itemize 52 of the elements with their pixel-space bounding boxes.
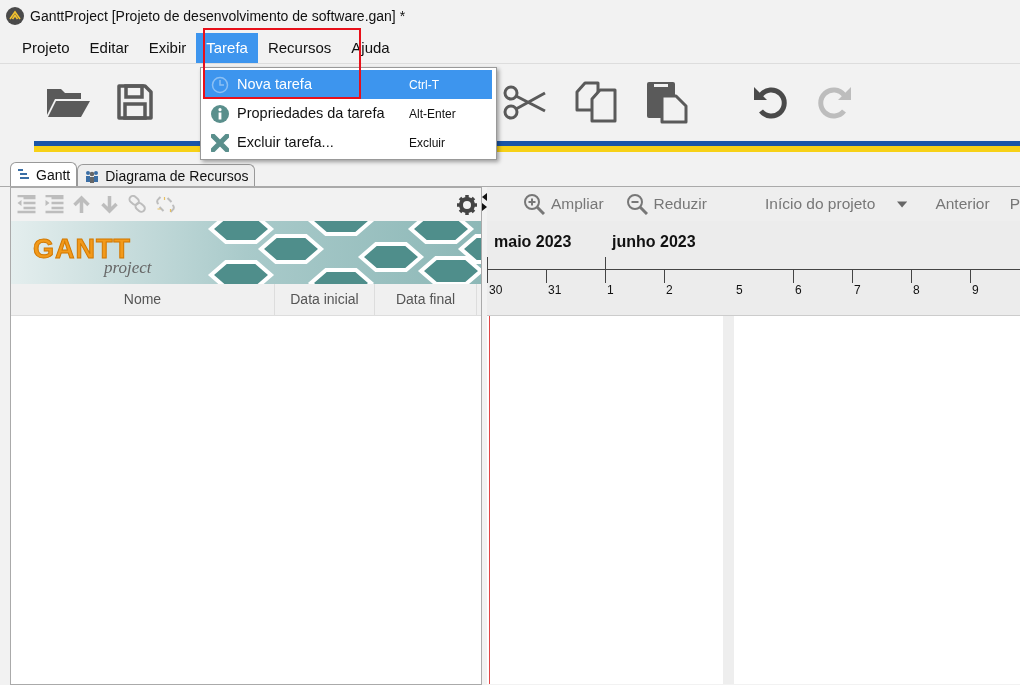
day-label: 2	[666, 283, 673, 297]
caret-icon[interactable]	[897, 200, 908, 208]
gantt-chart-icon	[17, 168, 31, 181]
month-label: maio 2023	[494, 233, 572, 250]
menu-item[interactable]: Propriedades da tarefa Alt-Enter	[205, 99, 492, 128]
day-label: 9	[972, 283, 979, 297]
toolbar-button[interactable]: P	[1009, 192, 1020, 216]
zoom-out-icon	[625, 193, 648, 215]
day-label: 1	[607, 283, 614, 297]
menu-item[interactable]: Projeto	[12, 32, 80, 63]
toolbar-button[interactable]: Anterior	[935, 192, 990, 216]
toolbar-button[interactable]: Ampliar	[523, 192, 604, 216]
day-label: 8	[913, 283, 920, 297]
month-label: junho 2023	[612, 233, 696, 250]
tick-mark	[664, 269, 723, 283]
tick-mark	[970, 269, 1020, 283]
menu-item[interactable]: Recursos	[257, 32, 342, 63]
menu-item[interactable]: Editar	[79, 32, 139, 63]
toolbar-button[interactable]: Início do projeto	[764, 192, 876, 216]
column-header[interactable]: Nome	[11, 284, 275, 315]
tick-mark	[852, 269, 911, 283]
tab[interactable]: Gantt	[10, 162, 78, 186]
paste-icon[interactable]	[645, 80, 689, 124]
info-icon	[211, 104, 229, 123]
window-title: GanttProject [Projeto de desenvolvimento de software.gan] *	[30, 6, 406, 26]
splitter-arrows-icon[interactable]	[482, 193, 487, 211]
clock-icon	[211, 75, 229, 94]
column-header[interactable]: Data final	[375, 284, 477, 315]
tick-mark	[605, 269, 664, 283]
day-label: 7	[854, 283, 861, 297]
tick-mark	[487, 269, 546, 283]
menu-item[interactable]: Excluir tarefa... Excluir	[205, 128, 492, 157]
scissors-icon[interactable]	[503, 84, 547, 120]
delete-icon	[211, 133, 229, 152]
copy-icon[interactable]	[574, 80, 618, 124]
tick-mark	[546, 269, 605, 283]
day-label: 31	[548, 283, 562, 297]
column-header[interactable]: Data inicial	[275, 284, 375, 315]
menu-item[interactable]: Exibir	[138, 32, 197, 63]
people-icon	[84, 168, 101, 183]
zoom-in-icon	[523, 193, 545, 215]
app-logo-icon	[6, 7, 24, 25]
tick-mark	[911, 269, 970, 283]
toolbar-button[interactable]: Reduzir	[625, 192, 707, 216]
settings-icon[interactable]	[457, 194, 477, 215]
logo-subtitle: project	[104, 258, 152, 279]
day-label: 5	[736, 283, 743, 297]
tab[interactable]: Diagrama de Recursos	[77, 164, 256, 186]
day-label: 6	[795, 283, 802, 297]
save-icon[interactable]	[115, 82, 155, 122]
tick-mark	[793, 269, 852, 283]
day-label: 30	[489, 283, 503, 297]
